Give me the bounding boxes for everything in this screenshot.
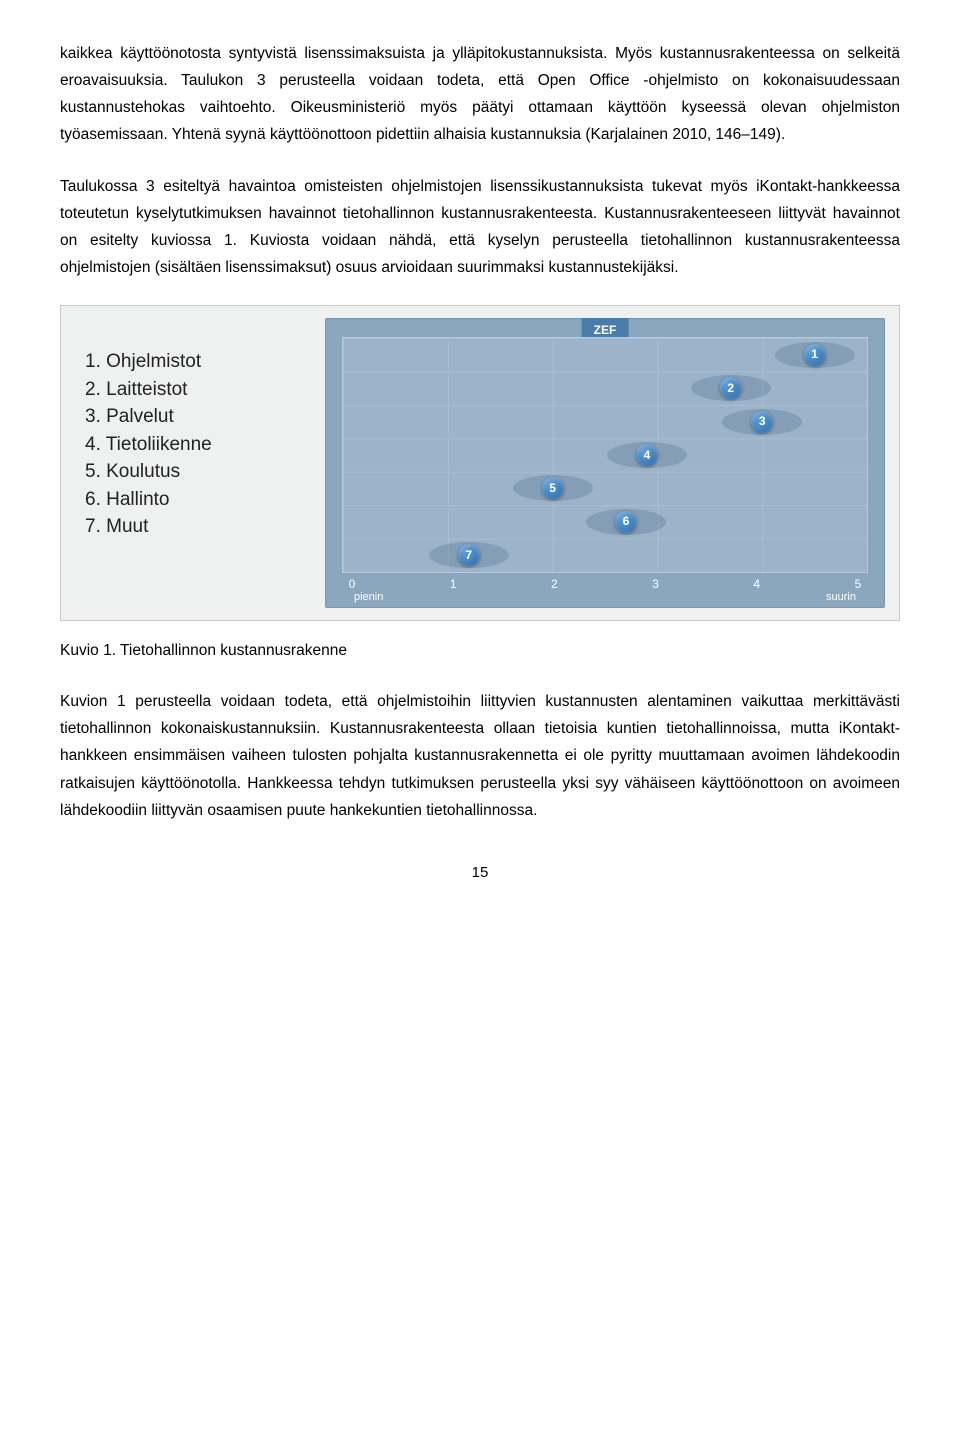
legend-item-5: 5. Koulutus <box>85 458 315 486</box>
axis-label-max: suurin <box>826 588 856 607</box>
legend-item-4: 4. Tietoliikenne <box>85 431 315 459</box>
tick-4: 4 <box>747 574 767 595</box>
tick-1: 1 <box>443 574 463 595</box>
chart-panel: ZEF 1234567 0 1 2 3 4 5 pienin suurin <box>325 318 885 608</box>
chart-grid: 1234567 <box>342 337 868 573</box>
axis-label-min: pienin <box>354 588 383 607</box>
data-point-bubble-1: 1 <box>804 344 826 366</box>
body-paragraph-1: kaikkea käyttöönotosta syntyvistä lisens… <box>60 40 900 149</box>
data-point-bubble-5: 5 <box>542 477 564 499</box>
data-point-bubble-6: 6 <box>615 511 637 533</box>
body-paragraph-3: Kuvion 1 perusteella voidaan todeta, ett… <box>60 688 900 824</box>
tick-2: 2 <box>544 574 564 595</box>
data-point-bubble-4: 4 <box>636 444 658 466</box>
legend-item-2: 2. Laitteistot <box>85 376 315 404</box>
axis-ticks: 0 1 2 3 4 5 <box>342 574 868 595</box>
legend-item-6: 6. Hallinto <box>85 486 315 514</box>
page-number: 15 <box>60 860 900 886</box>
data-point-bubble-2: 2 <box>720 377 742 399</box>
legend-item-3: 3. Palvelut <box>85 403 315 431</box>
figure-1: 1. Ohjelmistot 2. Laitteistot 3. Palvelu… <box>60 305 900 621</box>
figure-legend: 1. Ohjelmistot 2. Laitteistot 3. Palvelu… <box>75 318 325 608</box>
legend-item-7: 7. Muut <box>85 513 315 541</box>
body-paragraph-2: Taulukossa 3 esiteltyä havaintoa omistei… <box>60 173 900 282</box>
legend-item-1: 1. Ohjelmistot <box>85 348 315 376</box>
figure-caption: Kuvio 1. Tietohallinnon kustannusrakenne <box>60 637 900 664</box>
data-point-bubble-3: 3 <box>751 411 773 433</box>
tick-3: 3 <box>646 574 666 595</box>
data-point-bubble-7: 7 <box>458 544 480 566</box>
